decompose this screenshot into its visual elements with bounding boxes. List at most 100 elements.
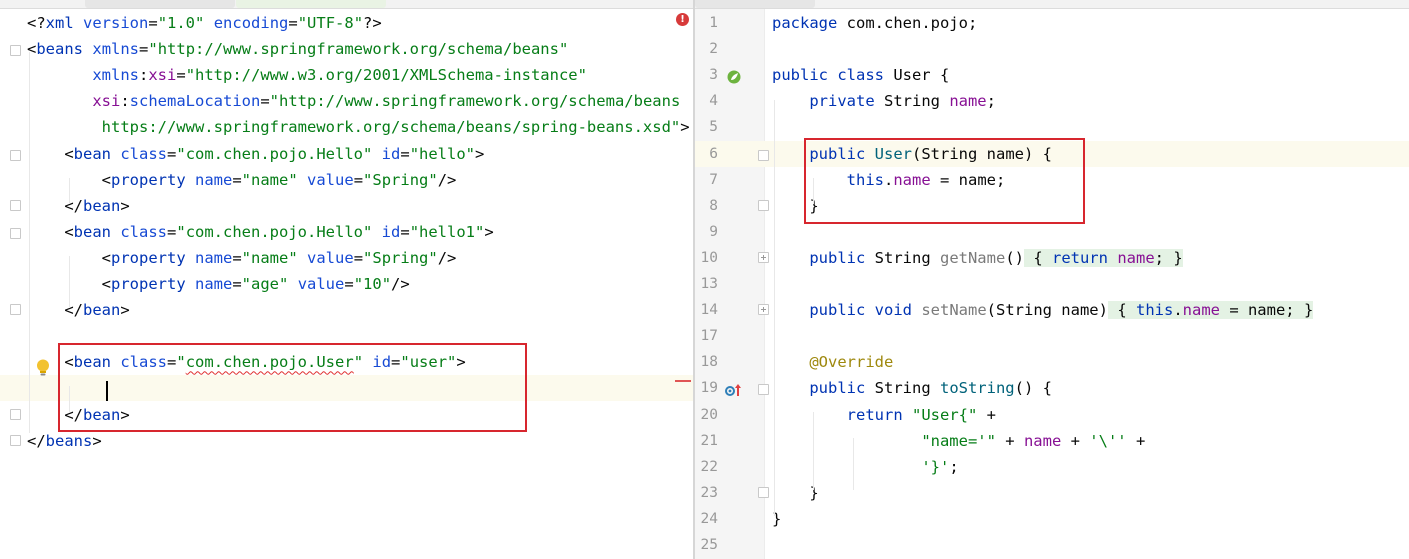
- xml-code-text: <bean class="com.chen.pojo.Hello" id="he…: [27, 141, 484, 167]
- code-token: public: [809, 379, 866, 398]
- code-token: +: [1061, 431, 1090, 450]
- java-code-line[interactable]: 4 private String name;: [695, 88, 1409, 114]
- java-code-text: public void setName(String name) { this.…: [772, 297, 1314, 323]
- code-token: "User{": [912, 405, 978, 424]
- java-code-line[interactable]: 23 }: [695, 480, 1409, 506]
- xml-code-line[interactable]: <bean class="com.chen.pojo.Hello" id="he…: [0, 141, 693, 167]
- java-code-line[interactable]: 19 public String toString() {: [695, 375, 1409, 401]
- java-code-line[interactable]: 22 '}';: [695, 454, 1409, 480]
- line-number: 8: [709, 197, 718, 214]
- indent-guide: [29, 52, 30, 433]
- code-token: "name": [241, 248, 298, 267]
- java-code-text: package com.chen.pojo;: [772, 10, 977, 36]
- java-code-line[interactable]: 20 return "User{" +: [695, 402, 1409, 428]
- fold-marker-icon[interactable]: [10, 304, 21, 316]
- java-code-line[interactable]: 1 package com.chen.pojo;: [695, 10, 1409, 36]
- line-number: 3: [709, 67, 718, 84]
- code-token: =: [176, 66, 186, 85]
- code-token: >: [120, 196, 130, 215]
- xml-code-line[interactable]: <property name="age" value="10"/>: [0, 271, 693, 297]
- spring-bean-icon[interactable]: [727, 70, 741, 84]
- override-method-icon[interactable]: [725, 382, 743, 398]
- java-editor[interactable]: 1 package com.chen.pojo; 2 3 public class Us…: [695, 9, 1409, 559]
- code-token: xmlns: [92, 40, 140, 59]
- java-code-line[interactable]: 14 public void setName(String name) { th…: [695, 297, 1409, 323]
- line-number: 10: [700, 249, 718, 266]
- xml-code-line[interactable]: <?xml version="1.0" encoding="UTF-8"?>: [0, 10, 693, 36]
- fold-marker-icon[interactable]: [10, 434, 21, 446]
- java-code-line[interactable]: 21 "name='" + name + '\'' +: [695, 428, 1409, 454]
- java-code-text: public String getName() { return name; }: [772, 245, 1183, 271]
- xml-file-tab[interactable]: [85, 0, 235, 8]
- xml-code-line[interactable]: xmlns:xsi="http://www.w3.org/2001/XMLSch…: [0, 62, 693, 88]
- code-token: name: [195, 248, 233, 267]
- java-code-text: return "User{" +: [772, 402, 996, 428]
- java-file-tab[interactable]: [695, 0, 815, 8]
- code-token: =: [353, 170, 364, 189]
- java-code-text: public class User {: [772, 62, 949, 88]
- code-token: "com.chen.pojo.Hello": [176, 144, 373, 163]
- code-token: schemaLocation: [129, 92, 261, 111]
- code-token: = name; }: [1219, 301, 1314, 320]
- java-code-line[interactable]: 24}: [695, 506, 1409, 532]
- line-number: 23: [700, 484, 718, 501]
- error-indicator-icon[interactable]: !: [676, 13, 689, 26]
- xml-code-line[interactable]: <bean class="com.chen.pojo.Hello" id="he…: [0, 219, 693, 245]
- fold-marker-icon[interactable]: [758, 199, 769, 211]
- expand-fold-icon[interactable]: [758, 304, 769, 316]
- xml-code-text: xsi:schemaLocation="http://www.springfra…: [27, 88, 680, 114]
- intention-bulb-icon[interactable]: [35, 358, 51, 378]
- fold-marker-icon[interactable]: [758, 486, 769, 498]
- fold-marker-icon[interactable]: [10, 199, 21, 211]
- code-token: return: [846, 405, 903, 424]
- xml-code-text: xmlns:xsi="http://www.w3.org/2001/XMLSch…: [27, 62, 587, 88]
- xml-code-line[interactable]: </bean>: [0, 297, 693, 323]
- java-code-line[interactable]: 2: [695, 36, 1409, 62]
- code-token: beans: [36, 40, 84, 59]
- fold-marker-icon[interactable]: [10, 408, 21, 420]
- code-token: "Spring": [363, 170, 438, 189]
- java-code-line[interactable]: 17: [695, 323, 1409, 349]
- xml-code-line[interactable]: <property name="name" value="Spring"/>: [0, 167, 693, 193]
- xml-code-line[interactable]: <property name="name" value="Spring"/>: [0, 245, 693, 271]
- code-token: name: [1182, 301, 1220, 320]
- xml-code-line[interactable]: https://www.springframework.org/schema/b…: [0, 114, 693, 140]
- java-code-line[interactable]: 3 public class User {: [695, 62, 1409, 88]
- fold-marker-icon[interactable]: [10, 45, 21, 57]
- java-code-line[interactable]: 5: [695, 114, 1409, 140]
- code-token: =: [400, 144, 410, 163]
- java-code-line[interactable]: 18 @Override: [695, 349, 1409, 375]
- fold-marker-icon[interactable]: [10, 149, 21, 161]
- error-stripe-marker[interactable]: [675, 380, 691, 382]
- code-token: bean: [83, 196, 121, 215]
- fold-marker-icon[interactable]: [10, 227, 21, 239]
- code-token: version: [83, 14, 149, 32]
- code-token: =: [344, 275, 354, 293]
- xml-code-line[interactable]: <beans xmlns="http://www.springframework…: [0, 36, 693, 62]
- expand-fold-icon[interactable]: [758, 251, 769, 263]
- java-code-line[interactable]: 10 public String getName() { return name…: [695, 245, 1409, 271]
- code-token: "1.0": [157, 14, 205, 32]
- java-code-text: @Override: [772, 349, 893, 375]
- xml-code-line[interactable]: </bean>: [0, 193, 693, 219]
- code-token: "http://www.springframework.org/schema/b…: [269, 92, 681, 111]
- active-file-tab[interactable]: [236, 0, 386, 8]
- fold-marker-icon[interactable]: [758, 384, 769, 396]
- fold-marker-icon[interactable]: [758, 149, 769, 161]
- line-number: 18: [700, 354, 718, 371]
- xml-editor[interactable]: <?xml version="1.0" encoding="UTF-8"?> <b…: [0, 9, 693, 559]
- code-token: "hello1": [409, 222, 485, 241]
- java-code-line[interactable]: 13: [695, 271, 1409, 297]
- code-token: String: [865, 379, 940, 398]
- java-code-line[interactable]: 25: [695, 532, 1409, 558]
- xml-code-line[interactable]: xsi:schemaLocation="http://www.springfra…: [0, 88, 693, 114]
- code-token: String: [865, 248, 940, 267]
